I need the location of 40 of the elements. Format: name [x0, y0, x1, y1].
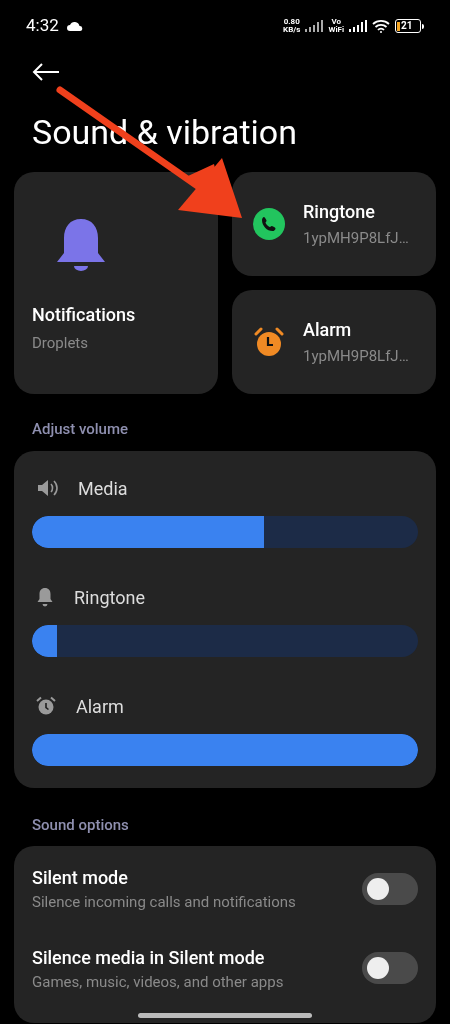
back-icon — [32, 62, 60, 82]
volume-slider[interactable] — [32, 733, 418, 766]
card-title: Notifications — [32, 302, 137, 327]
option-title: Silence media in Silent mode — [32, 945, 266, 970]
option-subtitle: Games, music, videos, and other apps — [32, 971, 284, 993]
card-title: Ringtone — [303, 200, 376, 225]
cloud-icon — [66, 21, 83, 31]
volume-slider[interactable] — [32, 624, 418, 657]
toggle-switch[interactable] — [362, 872, 418, 905]
option-title: Silent mode — [32, 866, 129, 890]
volume-slider[interactable] — [32, 515, 418, 548]
card-subtitle: Droplets — [32, 332, 89, 354]
wifi-label: WiFi — [328, 26, 344, 34]
card-subtitle: 1ypMH9P8LfJ… — [303, 228, 409, 250]
toggle-switch[interactable] — [362, 952, 418, 985]
phone-icon — [253, 208, 285, 240]
back-button[interactable] — [32, 62, 60, 82]
section-header: Adjust volume — [31, 419, 130, 440]
signal-icon — [305, 20, 324, 32]
battery-level: 21 — [401, 21, 413, 31]
speed-value: 0.80 — [283, 18, 300, 26]
signal-icon — [349, 20, 367, 32]
vo-label: Vo — [331, 18, 341, 26]
sound-card[interactable]: Ringtone 1ypMH9P8LfJ… — [232, 172, 436, 276]
sound-card[interactable]: Alarm 1ypMH9P8LfJ… — [232, 290, 436, 394]
speaker-icon — [36, 479, 58, 497]
notifications-card[interactable]: Notifications Droplets — [14, 172, 218, 394]
option-subtitle: Silence incoming calls and notifications — [32, 892, 296, 913]
volume-label: Alarm — [76, 694, 124, 719]
volume-label: Media — [78, 476, 128, 501]
speed-unit: KB/s — [283, 26, 301, 34]
bell-icon — [36, 587, 54, 607]
volume-label: Ringtone — [74, 585, 145, 610]
card-subtitle: 1ypMH9P8LfJ… — [303, 346, 409, 368]
wifi-icon — [372, 19, 390, 33]
section-header: Sound options — [31, 814, 130, 836]
status-time: 4:32 — [26, 14, 59, 38]
alarm-clock-icon — [36, 696, 56, 716]
alarm-clock-icon — [253, 326, 285, 358]
card-title: Alarm — [303, 318, 353, 343]
